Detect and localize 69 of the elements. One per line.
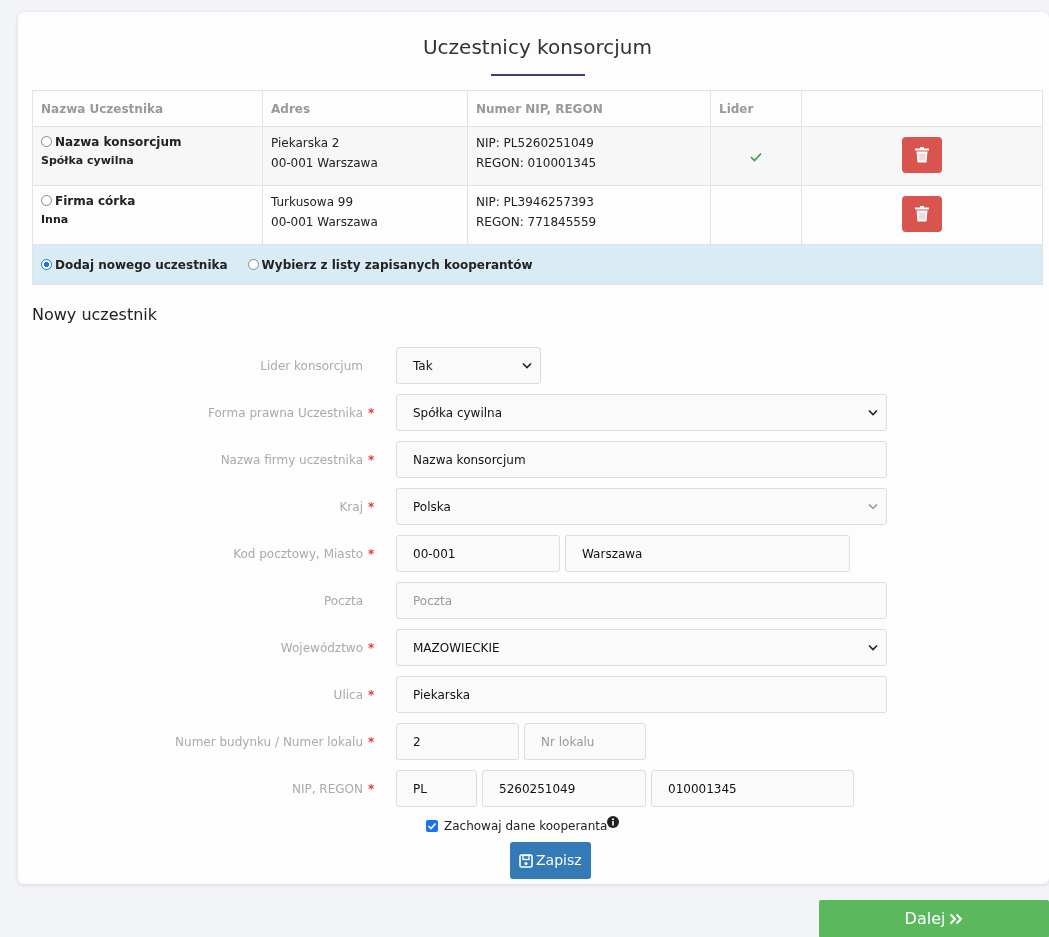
- input-field[interactable]: PL: [396, 770, 477, 807]
- input-field[interactable]: Piekarska: [396, 676, 887, 713]
- radio-option[interactable]: Dodaj nowego uczestnika: [41, 255, 228, 274]
- legal-form: Inna: [41, 212, 70, 228]
- input-field[interactable]: 010001345: [651, 770, 854, 807]
- legal-form: Spółka cywilna: [41, 153, 135, 169]
- chevron-icon: [868, 644, 878, 651]
- radio-option[interactable]: Wybierz z listy zapisanych kooperantów: [247, 255, 533, 274]
- column-header: Numer NIP, REGON: [476, 101, 603, 116]
- address-line: Turkusowa 99: [271, 194, 355, 211]
- column-header: Nazwa Uczestnika: [41, 101, 164, 116]
- input-field[interactable]: 00-001: [396, 535, 560, 572]
- input-field[interactable]: 2: [396, 723, 519, 760]
- address-line: 00-001 Warszawa: [271, 214, 379, 231]
- chevron-icon: [868, 409, 878, 416]
- input-field[interactable]: Warszawa: [565, 535, 850, 572]
- id-number: REGON: 771845559: [476, 214, 598, 231]
- select-field[interactable]: Spółka cywilna: [396, 394, 887, 431]
- checkbox[interactable]: [426, 820, 438, 832]
- radio-button[interactable]: [41, 195, 52, 206]
- required-mark: *: [368, 733, 376, 751]
- info-icon: [607, 816, 620, 828]
- floppy-icon: [519, 853, 533, 868]
- column-header: Adres: [271, 101, 311, 116]
- input-field[interactable]: 5260251049: [482, 770, 646, 807]
- id-number: NIP: PL5260251049: [476, 135, 595, 152]
- field-label: Kraj: [338, 498, 364, 516]
- participant-name: Nazwa konsorcjum: [55, 135, 182, 149]
- trash-icon: [915, 147, 929, 163]
- required-mark: *: [368, 498, 376, 516]
- field-label: NIP, REGON: [290, 780, 364, 798]
- required-mark: *: [368, 639, 376, 657]
- field-label: Ulica: [332, 686, 364, 704]
- id-number: REGON: 010001345: [476, 155, 598, 172]
- select-field[interactable]: Tak: [396, 347, 541, 384]
- field-label: Lider konsorcjum: [259, 357, 364, 375]
- double-chevron-icon: [949, 913, 964, 925]
- column-header: Lider: [719, 101, 754, 116]
- delete-button[interactable]: [902, 137, 942, 173]
- save-button[interactable]: Zapisz: [510, 842, 591, 879]
- address-line: 00-001 Warszawa: [271, 155, 379, 172]
- required-mark: *: [368, 545, 376, 563]
- select-field[interactable]: Polska: [396, 488, 887, 525]
- checkbox-label: Zachowaj dane kooperanta: [444, 818, 608, 835]
- id-number: NIP: PL3946257393: [476, 194, 595, 211]
- required-mark: *: [368, 404, 376, 422]
- check-icon: [750, 151, 762, 162]
- field-label: Województwo: [279, 639, 364, 657]
- address-line: Piekarska 2: [271, 135, 341, 152]
- chevron-icon: [868, 503, 878, 510]
- trash-icon: [915, 206, 929, 222]
- field-label: Nazwa firmy uczestnika: [219, 451, 364, 469]
- input-field[interactable]: Nr lokalu: [524, 723, 646, 760]
- section-title: Nowy uczestnik: [32, 304, 159, 326]
- page-title: Uczestnicy konsorcjum: [422, 34, 653, 61]
- required-mark: *: [368, 451, 376, 469]
- radio-button[interactable]: [41, 136, 52, 147]
- field-label: Kod pocztowy, Miasto: [232, 545, 364, 563]
- required-mark: *: [368, 780, 376, 798]
- input-field[interactable]: Poczta: [396, 582, 887, 619]
- field-label: Numer budynku / Numer lokalu: [174, 733, 364, 751]
- participant-name: Firma córka: [55, 194, 136, 208]
- required-mark: *: [368, 686, 376, 704]
- chevron-icon: [522, 362, 532, 369]
- field-label: Forma prawna Uczestnika: [207, 404, 364, 422]
- input-field[interactable]: Nazwa konsorcjum: [396, 441, 887, 478]
- delete-button[interactable]: [902, 196, 942, 232]
- field-label: Poczta: [322, 592, 364, 610]
- select-field[interactable]: MAZOWIECKIE: [396, 629, 887, 666]
